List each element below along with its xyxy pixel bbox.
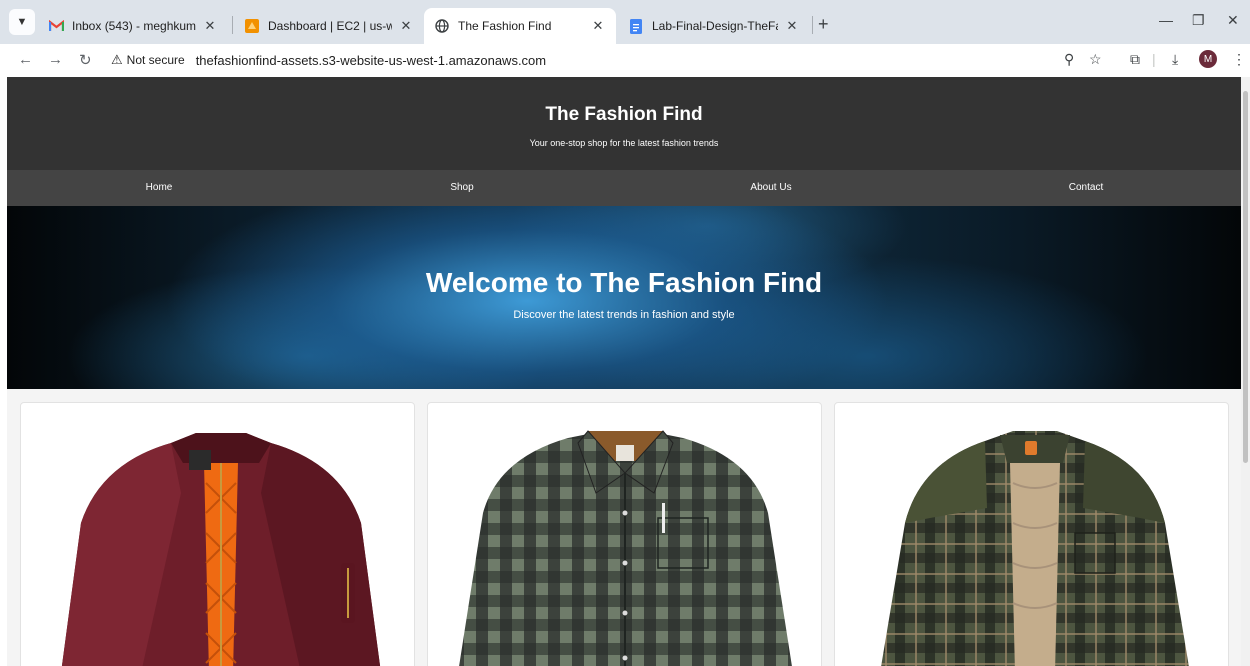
site-tagline: Your one-stop shop for the latest fashio… (529, 138, 719, 148)
globe-icon (434, 18, 450, 34)
tab-title: Inbox (543) - meghkumar.patel (72, 19, 196, 33)
nav-link-contact[interactable]: Contact (1069, 182, 1103, 193)
forward-arrow-icon[interactable]: → (48, 51, 63, 68)
tab-title: Lab-Final-Design-TheFashionFi (652, 19, 778, 33)
page-viewport: The Fashion Find Your one-stop shop for … (7, 77, 1241, 666)
zoom-icon[interactable]: ⚲ (1064, 51, 1074, 68)
tab-search-button[interactable]: ▼ (9, 9, 35, 35)
tab-divider (812, 16, 813, 34)
aws-icon (244, 18, 260, 34)
security-chip[interactable]: ⚠ Not secure (111, 52, 185, 68)
browser-tab-strip: ▼ Inbox (543) - meghkumar.patel ✕ Dashbo… (0, 0, 1250, 44)
minimize-icon[interactable]: — (1159, 12, 1173, 28)
profile-avatar[interactable]: M (1199, 50, 1217, 68)
docs-icon (628, 18, 644, 34)
security-label: Not secure (126, 53, 185, 67)
hero-banner: Welcome to The Fashion Find Discover the… (7, 206, 1241, 389)
product-card[interactable] (20, 402, 415, 666)
tab-title: Dashboard | EC2 | us-west-1 (268, 19, 392, 33)
product-card[interactable] (427, 402, 822, 666)
download-icon[interactable]: ⤓ (1172, 51, 1178, 68)
more-menu-icon[interactable]: ⋮ (1232, 51, 1246, 68)
browser-toolbar: ← → ↻ ⚠ Not secure thefashionfind-assets… (0, 44, 1250, 76)
close-icon[interactable]: ✕ (784, 18, 800, 34)
reload-icon[interactable]: ↻ (79, 51, 92, 69)
product-image-sherpa-jacket[interactable] (835, 403, 1229, 666)
product-image-bomber-jacket[interactable] (21, 403, 415, 666)
chevron-down-icon: ▼ (16, 16, 28, 28)
warning-triangle-icon: ⚠ (111, 52, 123, 67)
site-header: The Fashion Find Your one-stop shop for … (7, 77, 1241, 170)
back-arrow-icon[interactable]: ← (18, 51, 33, 68)
extensions-puzzle-icon[interactable]: ⧉ (1130, 51, 1140, 68)
tab-google-docs[interactable]: Lab-Final-Design-TheFashionFi ✕ (618, 8, 810, 44)
nav-link-about-us[interactable]: About Us (750, 182, 791, 193)
close-icon[interactable]: ✕ (398, 18, 414, 34)
url-text[interactable]: thefashionfind-assets.s3-website-us-west… (196, 53, 546, 68)
product-image-flannel-shirt[interactable] (428, 403, 822, 666)
hero-title: Welcome to The Fashion Find (425, 267, 823, 298)
tab-aws-dashboard[interactable]: Dashboard | EC2 | us-west-1 ✕ (234, 8, 424, 44)
close-icon[interactable]: ✕ (202, 18, 218, 34)
address-bar[interactable]: ⚠ Not secure thefashionfind-assets.s3-we… (104, 46, 1116, 74)
close-window-icon[interactable]: ✕ (1227, 12, 1239, 29)
tab-divider (232, 16, 233, 34)
close-icon[interactable]: ✕ (590, 18, 606, 34)
restore-icon[interactable]: ❐ (1192, 12, 1205, 29)
scrollbar-thumb[interactable] (1243, 91, 1248, 463)
hero-subtitle: Discover the latest trends in fashion an… (513, 309, 735, 321)
tab-gmail[interactable]: Inbox (543) - meghkumar.patel ✕ (38, 8, 228, 44)
nav-link-home[interactable]: Home (146, 182, 173, 193)
product-card[interactable] (834, 402, 1229, 666)
product-grid (7, 389, 1241, 666)
tab-fashion-find[interactable]: The Fashion Find ✕ (424, 8, 616, 44)
site-title: The Fashion Find (545, 104, 703, 125)
bookmark-star-icon[interactable]: ☆ (1089, 51, 1102, 68)
toolbar-divider: | (1152, 51, 1156, 67)
new-tab-button[interactable]: + (818, 14, 829, 35)
nav-link-shop[interactable]: Shop (450, 182, 473, 193)
tab-title: The Fashion Find (458, 19, 552, 33)
gmail-icon (48, 18, 64, 34)
site-nav: Home Shop About Us Contact (7, 170, 1241, 206)
page-scrollbar[interactable] (1241, 77, 1250, 666)
